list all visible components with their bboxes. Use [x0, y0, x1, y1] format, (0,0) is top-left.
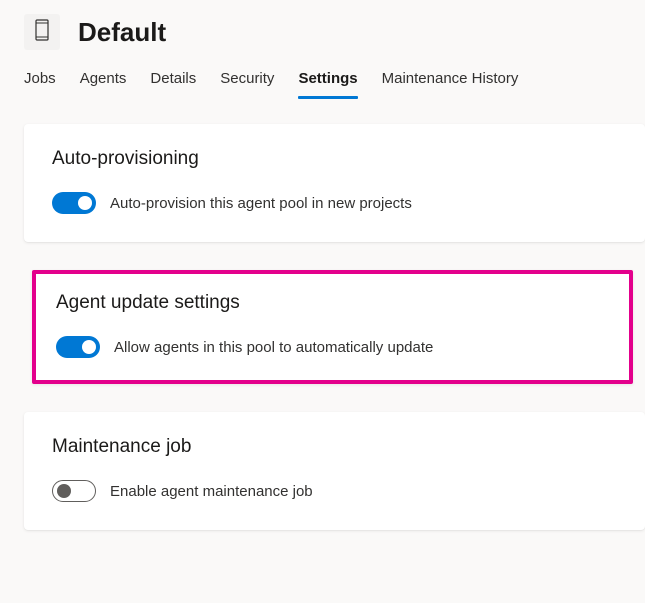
tab-security[interactable]: Security	[220, 64, 274, 99]
agent-update-toggle[interactable]	[56, 336, 100, 358]
tab-details[interactable]: Details	[150, 64, 196, 99]
auto-provisioning-toggle-row: Auto-provision this agent pool in new pr…	[52, 192, 617, 214]
toggle-knob-icon	[82, 340, 96, 354]
tab-maintenance-history[interactable]: Maintenance History	[382, 64, 519, 99]
pool-icon-container	[24, 14, 60, 50]
tab-bar: Jobs Agents Details Security Settings Ma…	[0, 64, 645, 100]
maintenance-job-title: Maintenance job	[52, 436, 617, 458]
tab-jobs[interactable]: Jobs	[24, 64, 56, 99]
toggle-knob-icon	[78, 196, 92, 210]
maintenance-job-toggle-label: Enable agent maintenance job	[110, 483, 313, 500]
maintenance-job-toggle[interactable]	[52, 480, 96, 502]
auto-provisioning-card: Auto-provisioning Auto-provision this ag…	[24, 124, 645, 242]
maintenance-job-card: Maintenance job Enable agent maintenance…	[24, 412, 645, 530]
agent-update-toggle-row: Allow agents in this pool to automatical…	[56, 336, 605, 358]
settings-content: Auto-provisioning Auto-provision this ag…	[0, 100, 645, 530]
auto-provisioning-title: Auto-provisioning	[52, 148, 617, 170]
agent-update-card: Agent update settings Allow agents in th…	[32, 270, 633, 384]
auto-provisioning-toggle-label: Auto-provision this agent pool in new pr…	[110, 195, 412, 212]
agent-update-title: Agent update settings	[56, 292, 605, 314]
device-icon	[35, 19, 49, 46]
tab-agents[interactable]: Agents	[80, 64, 127, 99]
page-title: Default	[78, 17, 166, 48]
maintenance-job-toggle-row: Enable agent maintenance job	[52, 480, 617, 502]
auto-provisioning-toggle[interactable]	[52, 192, 96, 214]
page-header: Default	[0, 0, 645, 64]
agent-update-toggle-label: Allow agents in this pool to automatical…	[114, 339, 433, 356]
tab-settings[interactable]: Settings	[298, 64, 357, 99]
toggle-knob-icon	[57, 484, 71, 498]
